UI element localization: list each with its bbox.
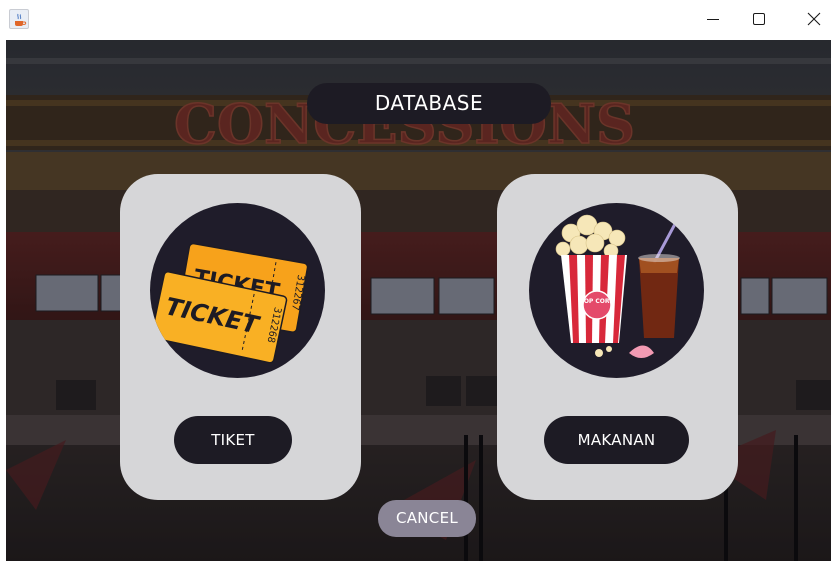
cancel-button[interactable]: CANCEL xyxy=(378,500,476,537)
minimize-icon xyxy=(707,19,719,20)
popcorn-label: POP CORN xyxy=(579,298,614,305)
close-icon xyxy=(807,12,821,26)
maximize-button[interactable] xyxy=(736,0,782,38)
title-bar xyxy=(0,0,837,40)
java-cup-icon xyxy=(9,9,29,29)
minimize-button[interactable] xyxy=(690,0,736,38)
tiket-button[interactable]: TIKET xyxy=(174,416,292,464)
food-image: POP CORN xyxy=(529,203,704,378)
close-button[interactable] xyxy=(791,0,837,38)
page-title: DATABASE xyxy=(307,83,551,124)
makanan-button[interactable]: MAKANAN xyxy=(544,416,689,464)
app-window: CONCESSIONS DATABASE TICKET 312267 TICKE… xyxy=(0,0,837,561)
maximize-icon xyxy=(753,13,765,25)
ticket-image: TICKET 312267 TICKET 312268 xyxy=(150,203,325,378)
